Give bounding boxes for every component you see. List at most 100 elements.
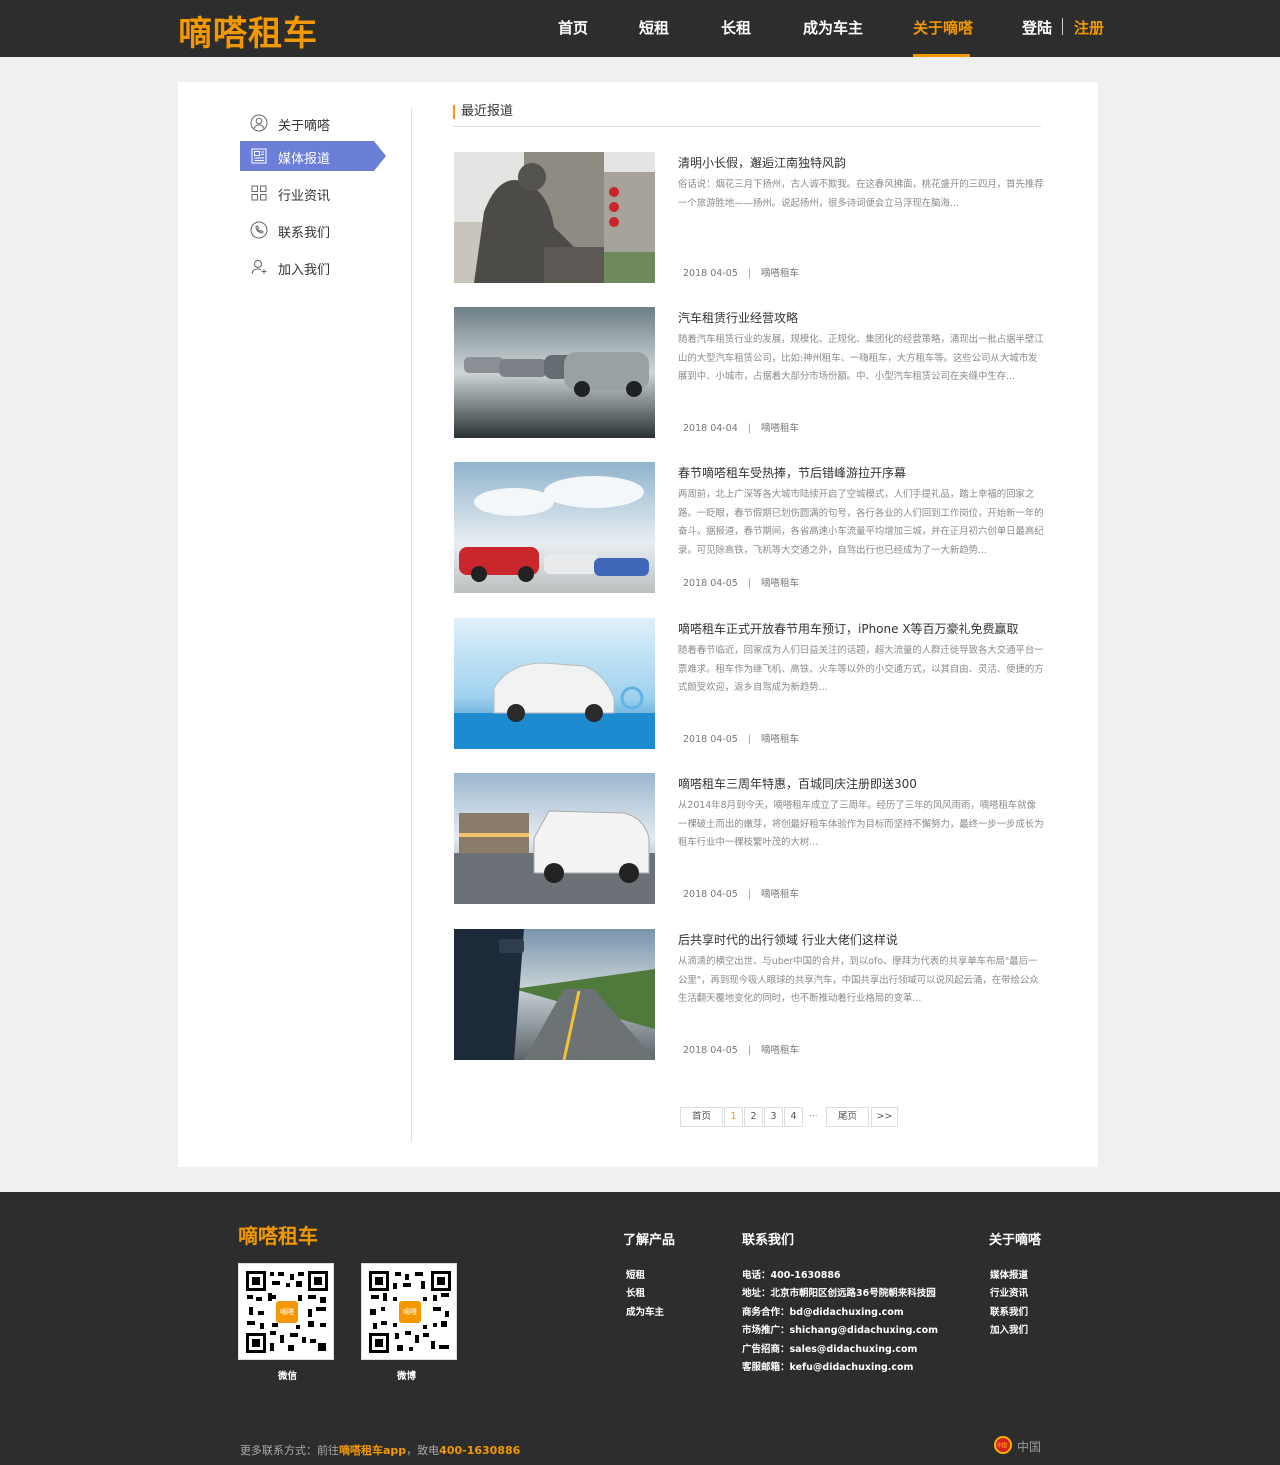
more-contact-mid: ，致电 bbox=[406, 1444, 440, 1457]
article-item: 汽车租赁行业经营攻略 随着汽车租赁行业的发展，规模化、正规化、集团化的经营策略，… bbox=[454, 307, 1044, 438]
sidebar-divider bbox=[411, 108, 412, 1142]
article-title[interactable]: 嘀嗒租车正式开放春节用车预订，iPhone X等百万豪礼免费赢取 bbox=[678, 620, 1019, 637]
page-button-1[interactable]: 1 bbox=[724, 1107, 743, 1127]
content-card: 关于嘀嗒 媒体报道 行业资讯 联系我们 加入我们 最近报道 清明小长假，邂逅江南… bbox=[178, 82, 1098, 1167]
china-flag-icon: 中国 bbox=[994, 1436, 1012, 1454]
wechat-caption: 微信 bbox=[278, 1371, 298, 1382]
article-title[interactable]: 春节嘀嗒租车受热捧，节后错峰游拉开序幕 bbox=[678, 464, 906, 481]
article-item: 春节嘀嗒租车受热捧，节后错峰游拉开序幕 两周前，北上广深等各大城市陆续开启了空城… bbox=[454, 462, 1044, 593]
article-date: 2018 04-05 bbox=[683, 1045, 738, 1056]
page-button-4[interactable]: 4 bbox=[784, 1107, 803, 1127]
weibo-caption: 微博 bbox=[397, 1371, 417, 1382]
article-source: 嘀嗒租车 bbox=[761, 268, 800, 279]
sidebar-item-label: 关于嘀嗒 bbox=[278, 119, 331, 134]
footer-link-join[interactable]: 加入我们 bbox=[990, 1322, 1028, 1336]
nav-become-owner[interactable]: 成为车主 bbox=[803, 17, 863, 38]
footer-link-long-rent[interactable]: 长租 bbox=[626, 1285, 645, 1299]
article-summary: 从滴滴的横空出世、与uber中国的合并，到以ofo、摩拜为代表的共享单车布局"最… bbox=[678, 956, 1039, 1004]
article-date: 2018 04-05 bbox=[683, 889, 738, 900]
article-summary: 两周前，北上广深等各大城市陆续开启了空城模式，人们手提礼品，踏上幸福的回家之路。… bbox=[678, 489, 1044, 556]
nav-active-indicator bbox=[913, 54, 970, 57]
active-arrow bbox=[374, 141, 386, 171]
wechat-qr-code: 嘀嗒 bbox=[238, 1263, 334, 1360]
more-contact-prefix: 更多联系方式：前往 bbox=[240, 1444, 339, 1457]
sidebar-item-label: 联系我们 bbox=[278, 226, 331, 241]
page-button-2[interactable]: 2 bbox=[744, 1107, 763, 1127]
weibo-qr-code: 嘀嗒 bbox=[361, 1263, 457, 1360]
hotline-number: 400-1630886 bbox=[439, 1444, 521, 1457]
article-date: 2018 04-04 bbox=[683, 423, 738, 434]
article-source: 嘀嗒租车 bbox=[761, 578, 800, 589]
nav-long-rent[interactable]: 长租 bbox=[721, 17, 751, 38]
page-button-3[interactable]: 3 bbox=[764, 1107, 783, 1127]
contact-business[interactable]: 商务合作：bd@didachuxing.com bbox=[742, 1304, 904, 1318]
nav-home[interactable]: 首页 bbox=[558, 17, 588, 38]
grid-icon bbox=[250, 184, 268, 202]
sidebar-item-media[interactable]: 媒体报道 bbox=[240, 141, 374, 171]
footer-about-title: 关于嘀嗒 bbox=[989, 1233, 1042, 1248]
footer-link-news[interactable]: 行业资讯 bbox=[990, 1285, 1028, 1299]
article-thumbnail[interactable] bbox=[454, 152, 655, 283]
sidebar-item-contact[interactable]: 联系我们 bbox=[240, 215, 374, 245]
article-date: 2018 04-05 bbox=[683, 268, 738, 279]
sidebar-item-label: 行业资讯 bbox=[278, 189, 331, 204]
footer-link-short-rent[interactable]: 短租 bbox=[626, 1267, 645, 1281]
site-logo[interactable]: 嘀嗒租车 bbox=[178, 6, 318, 55]
contact-marketing[interactable]: 市场推广：shichang@didachuxing.com bbox=[742, 1322, 938, 1336]
article-thumbnail[interactable] bbox=[454, 618, 655, 749]
contact-service[interactable]: 客服邮箱：kefu@didachuxing.com bbox=[742, 1359, 913, 1373]
article-title[interactable]: 汽车租赁行业经营攻略 bbox=[678, 309, 798, 326]
login-link[interactable]: 登陆 bbox=[1022, 17, 1052, 38]
article-title[interactable]: 后共享时代的出行领域 行业大佬们这样说 bbox=[678, 931, 898, 948]
article-date: 2018 04-05 bbox=[683, 578, 738, 589]
footer: 嘀嗒租车 嘀嗒 微信 嘀嗒 微博 了解产品 短租 长租 成为车主 联系我们 电话… bbox=[0, 1192, 1280, 1465]
section-divider bbox=[453, 126, 1041, 127]
article-summary: 随着汽车租赁行业的发展，规模化、正规化、集团化的经营策略，涌现出一批占据半壁江山… bbox=[678, 334, 1044, 382]
nav-about[interactable]: 关于嘀嗒 bbox=[913, 17, 973, 38]
top-navigation-bar: 嘀嗒租车 首页 短租 长租 成为车主 关于嘀嗒 登陆 注册 bbox=[0, 0, 1280, 57]
page-last-button[interactable]: 尾页 bbox=[826, 1107, 869, 1127]
region-label: 中国 bbox=[1017, 1440, 1042, 1454]
sidebar-item-join[interactable]: 加入我们 bbox=[240, 252, 374, 282]
user-circle-icon bbox=[250, 114, 268, 132]
section-title: 最近报道 bbox=[453, 105, 513, 119]
article-date: 2018 04-05 bbox=[683, 734, 738, 745]
footer-link-contact[interactable]: 联系我们 bbox=[990, 1304, 1028, 1318]
article-thumbnail[interactable] bbox=[454, 773, 655, 904]
page-first-button[interactable]: 首页 bbox=[680, 1107, 723, 1127]
region-badge-text: 中国 bbox=[997, 1443, 1008, 1449]
sidebar-item-about[interactable]: 关于嘀嗒 bbox=[240, 108, 374, 138]
qr-center-logo: 嘀嗒 bbox=[280, 1308, 294, 1316]
sidebar-item-news[interactable]: 行业资讯 bbox=[240, 178, 374, 208]
contact-sales[interactable]: 广告招商：sales@didachuxing.com bbox=[742, 1341, 917, 1355]
sidebar-item-label: 媒体报道 bbox=[278, 152, 331, 167]
article-source: 嘀嗒租车 bbox=[761, 734, 800, 745]
article-meta: 2018 04-05 | 嘀嗒租车 bbox=[683, 734, 800, 745]
article-thumbnail[interactable] bbox=[454, 307, 655, 438]
contact-address: 地址：北京市朝阳区创远路36号院朝来科技园 bbox=[742, 1288, 936, 1299]
sidebar-item-label: 加入我们 bbox=[278, 263, 331, 278]
qr-center-logo: 嘀嗒 bbox=[403, 1308, 417, 1316]
footer-contact-title: 联系我们 bbox=[742, 1233, 795, 1248]
article-item: 清明小长假，邂逅江南独特风韵 俗话说：烟花三月下扬州，古人诚不欺我。在这春风拂面… bbox=[454, 152, 1044, 283]
page-next-button[interactable]: >> bbox=[871, 1107, 898, 1127]
article-meta: 2018 04-05 | 嘀嗒租车 bbox=[683, 1045, 800, 1056]
footer-link-become-owner[interactable]: 成为车主 bbox=[626, 1304, 664, 1318]
article-title[interactable]: 嘀嗒租车三周年特惠，百城同庆注册即送300 bbox=[678, 775, 917, 792]
footer-link-media[interactable]: 媒体报道 bbox=[990, 1267, 1028, 1281]
footer-logo: 嘀嗒租车 bbox=[238, 1224, 318, 1248]
article-item: 嘀嗒租车三周年特惠，百城同庆注册即送300 从2014年8月到今天，嘀嗒租车成立… bbox=[454, 773, 1044, 904]
page-ellipsis: ... bbox=[809, 1109, 818, 1119]
nav-short-rent[interactable]: 短租 bbox=[639, 17, 669, 38]
article-summary: 随着春节临近，回家成为人们日益关注的话题，超大流量的人群迁徙导致各大交通平台一票… bbox=[678, 645, 1044, 693]
app-link[interactable]: 嘀嗒租车app bbox=[339, 1444, 406, 1457]
article-source: 嘀嗒租车 bbox=[761, 889, 800, 900]
article-thumbnail[interactable] bbox=[454, 462, 655, 593]
register-link[interactable]: 注册 bbox=[1074, 17, 1104, 38]
article-thumbnail[interactable] bbox=[454, 929, 655, 1060]
article-summary: 从2014年8月到今天，嘀嗒租车成立了三周年。经历了三年的风风雨雨，嘀嗒租车就像… bbox=[678, 800, 1044, 848]
article-source: 嘀嗒租车 bbox=[761, 423, 800, 434]
article-meta: 2018 04-05 | 嘀嗒租车 bbox=[683, 268, 800, 279]
article-meta: 2018 04-05 | 嘀嗒租车 bbox=[683, 578, 800, 589]
article-title[interactable]: 清明小长假，邂逅江南独特风韵 bbox=[678, 154, 846, 171]
